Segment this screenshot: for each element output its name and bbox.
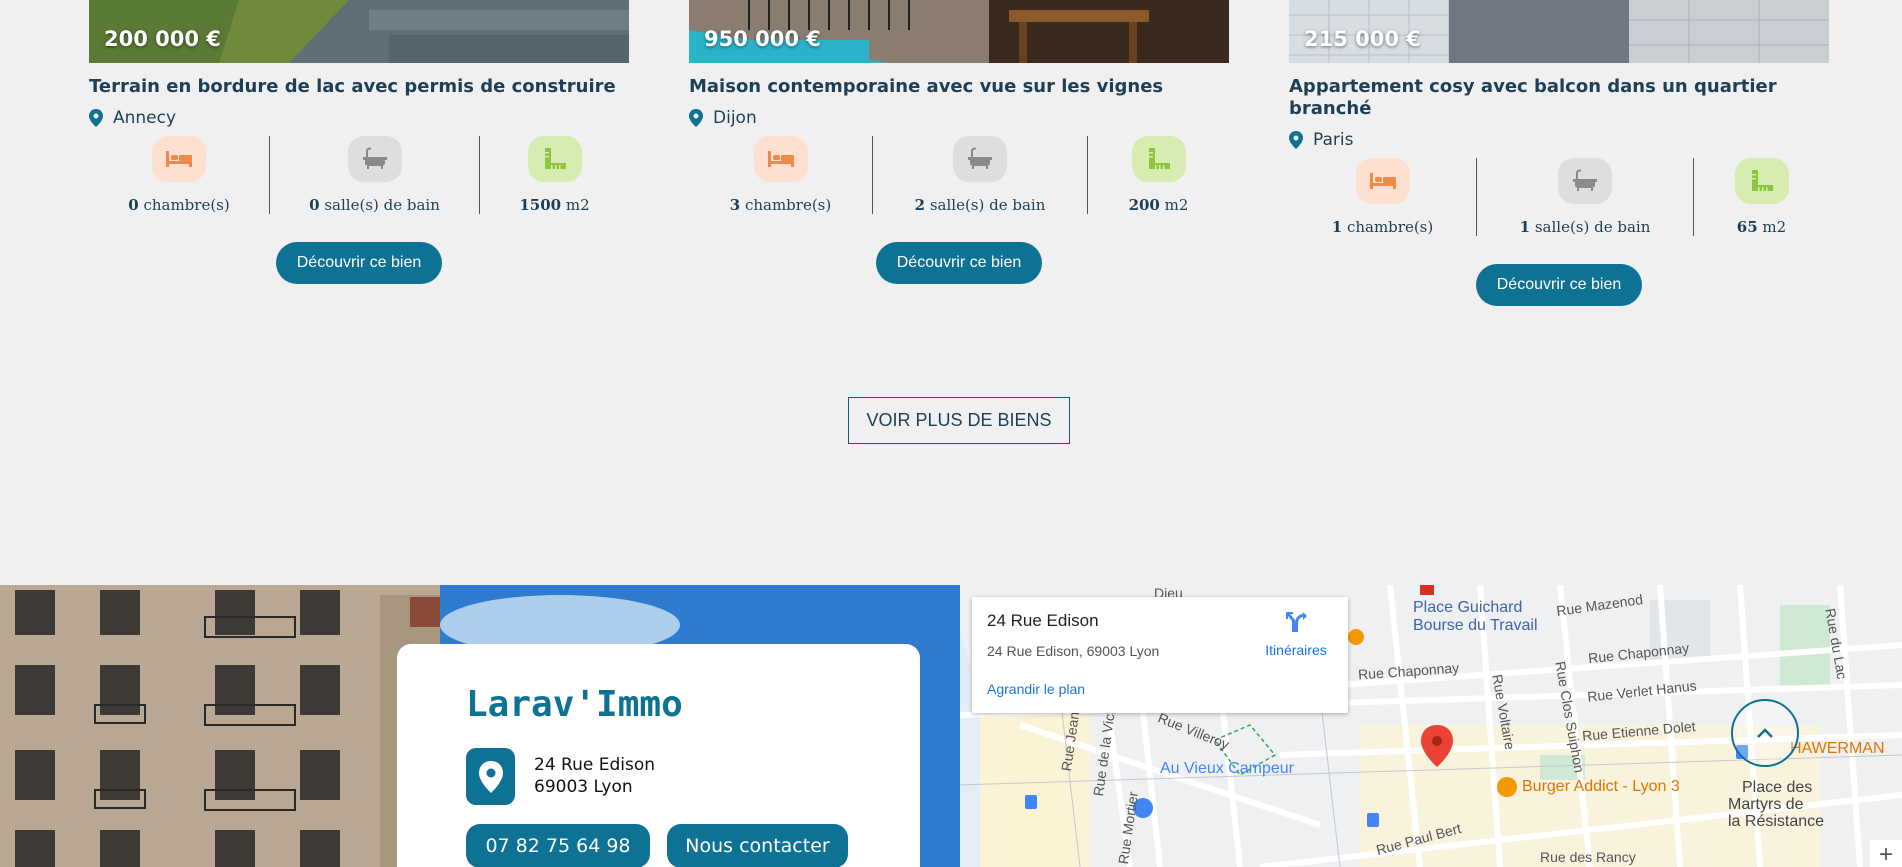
footer: Larav'Immo 24 Rue Edison 69003 Lyon 07 8… [0, 585, 1902, 867]
feature-bedrooms: 1 chambre(s) [1289, 158, 1476, 236]
feature-label: 65 m2 [1736, 218, 1787, 236]
listing-price: 950 000 € [704, 27, 821, 51]
listing-features: 0 chambre(s) 0 salle(s) de bain 1500 m2 [89, 136, 629, 214]
bed-icon [152, 136, 206, 182]
listing-card: 200 000 € Terrain en bordure de lac avec… [89, 0, 629, 284]
map-label: Bourse du Travail [1413, 617, 1538, 634]
listing-location: Dijon [689, 108, 1229, 128]
bed-icon [753, 136, 808, 182]
listing-photo[interactable]: 950 000 € [689, 0, 1229, 63]
agency-name: Larav'Immo [466, 684, 683, 725]
agency-card: Larav'Immo 24 Rue Edison 69003 Lyon 07 8… [397, 644, 920, 867]
feature-bathrooms: 2 salle(s) de bain [872, 136, 1087, 214]
feature-bathrooms: 0 salle(s) de bain [269, 136, 479, 214]
feature-label: 1 chambre(s) [1331, 218, 1434, 236]
listing-features: 1 chambre(s) 1 salle(s) de bain 65 m2 [1289, 158, 1829, 236]
listing-card: 215 000 € Appartement cosy avec balcon d… [1289, 0, 1829, 306]
map-pin-icon [89, 109, 103, 127]
map-label: la Résistance [1728, 813, 1825, 830]
map-place-card: 24 Rue Edison 24 Rue Edison, 69003 Lyon … [972, 597, 1348, 713]
map-pin-icon [1289, 131, 1303, 149]
listing-location: Annecy [89, 108, 629, 128]
feature-bedrooms: 3 chambre(s) [689, 136, 872, 214]
listing-photo[interactable]: 215 000 € [1289, 0, 1829, 63]
feature-label: 2 salle(s) de bain [914, 196, 1046, 214]
listing-title[interactable]: Appartement cosy avec balcon dans un qua… [1289, 76, 1829, 120]
place-address: 24 Rue Edison, 69003 Lyon [987, 643, 1160, 659]
map-label: Place Guichard [1413, 599, 1523, 616]
chevron-up-icon [1757, 728, 1773, 738]
listing-city: Annecy [113, 108, 177, 128]
enlarge-map-link[interactable]: Agrandir le plan [987, 681, 1085, 697]
map-poi[interactable]: Burger Addict - Lyon 3 [1522, 778, 1680, 796]
scroll-to-top-button[interactable] [1731, 699, 1799, 767]
bathtub-icon [347, 136, 402, 182]
contact-button[interactable]: Nous contacter [667, 824, 848, 867]
feature-label: 3 chambre(s) [729, 196, 832, 214]
building-photo: Larav'Immo 24 Rue Edison 69003 Lyon 07 8… [0, 585, 960, 867]
feature-area: 65 m2 [1693, 158, 1829, 236]
listing-card: 950 000 € Maison contemporaine avec vue … [689, 0, 1229, 284]
ruler-icon [527, 136, 582, 182]
feature-label: 0 chambre(s) [128, 196, 230, 214]
listing-city: Dijon [713, 108, 757, 128]
place-title: 24 Rue Edison [987, 611, 1099, 630]
listing-location: Paris [1289, 130, 1829, 150]
feature-area: 200 m2 [1087, 136, 1229, 214]
feature-bathrooms: 1 salle(s) de bain [1476, 158, 1693, 236]
see-more-button[interactable]: VOIR PLUS DE BIENS [848, 397, 1070, 444]
listing-city: Paris [1313, 130, 1354, 150]
map-poi[interactable]: Au Vieux Campeur [1160, 760, 1294, 778]
agency-address: 24 Rue Edison 69003 Lyon [534, 754, 655, 798]
map-poi[interactable]: HAWERMAN [1790, 740, 1885, 758]
listing-title[interactable]: Maison contemporaine avec vue sur les vi… [689, 76, 1229, 98]
bed-icon [1355, 158, 1410, 204]
listing-title[interactable]: Terrain en bordure de lac avec permis de… [89, 76, 629, 98]
listing-price: 215 000 € [1304, 27, 1421, 51]
discover-button[interactable]: Découvrir ce bien [276, 242, 442, 284]
listing-features: 3 chambre(s) 2 salle(s) de bain 200 m2 [689, 136, 1229, 214]
ruler-icon [1131, 136, 1186, 182]
map-label: Rue des Rancy [1540, 849, 1636, 865]
directions-icon [1286, 612, 1307, 632]
discover-button[interactable]: Découvrir ce bien [1476, 264, 1642, 306]
address-line: 69003 Lyon [534, 777, 633, 797]
address-line: 24 Rue Edison [534, 755, 656, 775]
phone-button[interactable]: 07 82 75 64 98 [466, 824, 650, 867]
listings-section: 200 000 € Terrain en bordure de lac avec… [0, 0, 1902, 585]
feature-label: 0 salle(s) de bain [309, 196, 440, 214]
bathtub-icon [1558, 158, 1612, 204]
feature-label: 200 m2 [1128, 196, 1189, 214]
discover-button[interactable]: Découvrir ce bien [876, 242, 1042, 284]
feature-label: 1 salle(s) de bain [1519, 218, 1651, 236]
map-label: Place des [1742, 779, 1813, 796]
listing-price: 200 000 € [104, 27, 221, 51]
feature-label: 1500 m2 [519, 196, 590, 214]
map-label: Martyrs de [1728, 796, 1804, 813]
map-zoom-in-button[interactable]: + [1870, 840, 1902, 867]
feature-area: 1500 m2 [479, 136, 629, 214]
ruler-icon [1734, 158, 1789, 204]
feature-bedrooms: 0 chambre(s) [89, 136, 269, 214]
map-pin-icon [689, 109, 703, 127]
directions-button[interactable]: Itinéraires [1256, 609, 1336, 658]
map-pin-icon [466, 748, 515, 805]
listing-photo[interactable]: 200 000 € [89, 0, 629, 63]
bathtub-icon [953, 136, 1007, 182]
directions-label: Itinéraires [1265, 642, 1327, 658]
